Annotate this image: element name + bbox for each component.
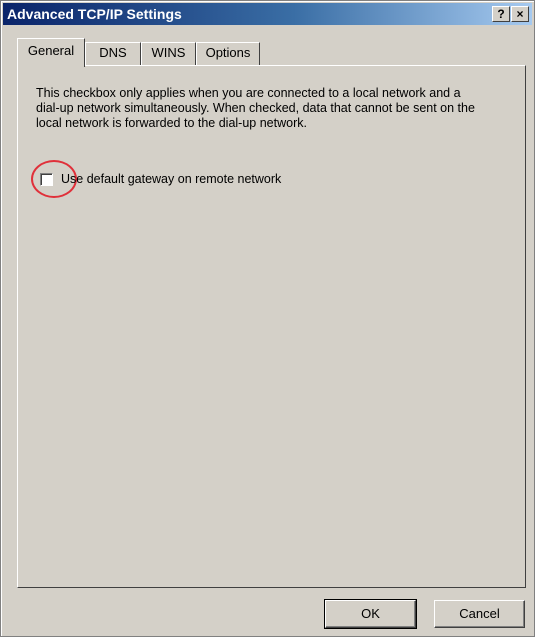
ok-button-label: OK: [361, 606, 380, 621]
tab-dns-label: DNS: [99, 45, 127, 60]
tab-options[interactable]: Options: [196, 42, 260, 65]
cancel-button-label: Cancel: [459, 606, 500, 621]
tab-general-label: General: [27, 43, 75, 58]
help-icon: ?: [497, 7, 505, 21]
general-tab-panel: This checkbox only applies when you are …: [17, 65, 526, 588]
window-title: Advanced TCP/IP Settings: [7, 6, 182, 22]
tab-options-label: Options: [205, 45, 251, 60]
dialog-window: Advanced TCP/IP Settings ? × General DNS…: [0, 0, 535, 637]
title-bar[interactable]: Advanced TCP/IP Settings ? ×: [3, 3, 532, 25]
close-icon: ×: [516, 7, 524, 21]
cancel-button[interactable]: Cancel: [434, 600, 525, 628]
tab-wins[interactable]: WINS: [141, 42, 196, 65]
tab-general[interactable]: General: [17, 38, 85, 67]
default-gateway-label[interactable]: Use default gateway on remote network: [61, 172, 281, 186]
description-text: This checkbox only applies when you are …: [36, 86, 475, 130]
default-gateway-checkbox[interactable]: [40, 173, 53, 186]
close-button[interactable]: ×: [511, 6, 529, 22]
ok-button[interactable]: OK: [324, 599, 417, 629]
tab-dns[interactable]: DNS: [85, 42, 141, 65]
tab-wins-label: WINS: [151, 45, 186, 60]
help-button[interactable]: ?: [492, 6, 510, 22]
